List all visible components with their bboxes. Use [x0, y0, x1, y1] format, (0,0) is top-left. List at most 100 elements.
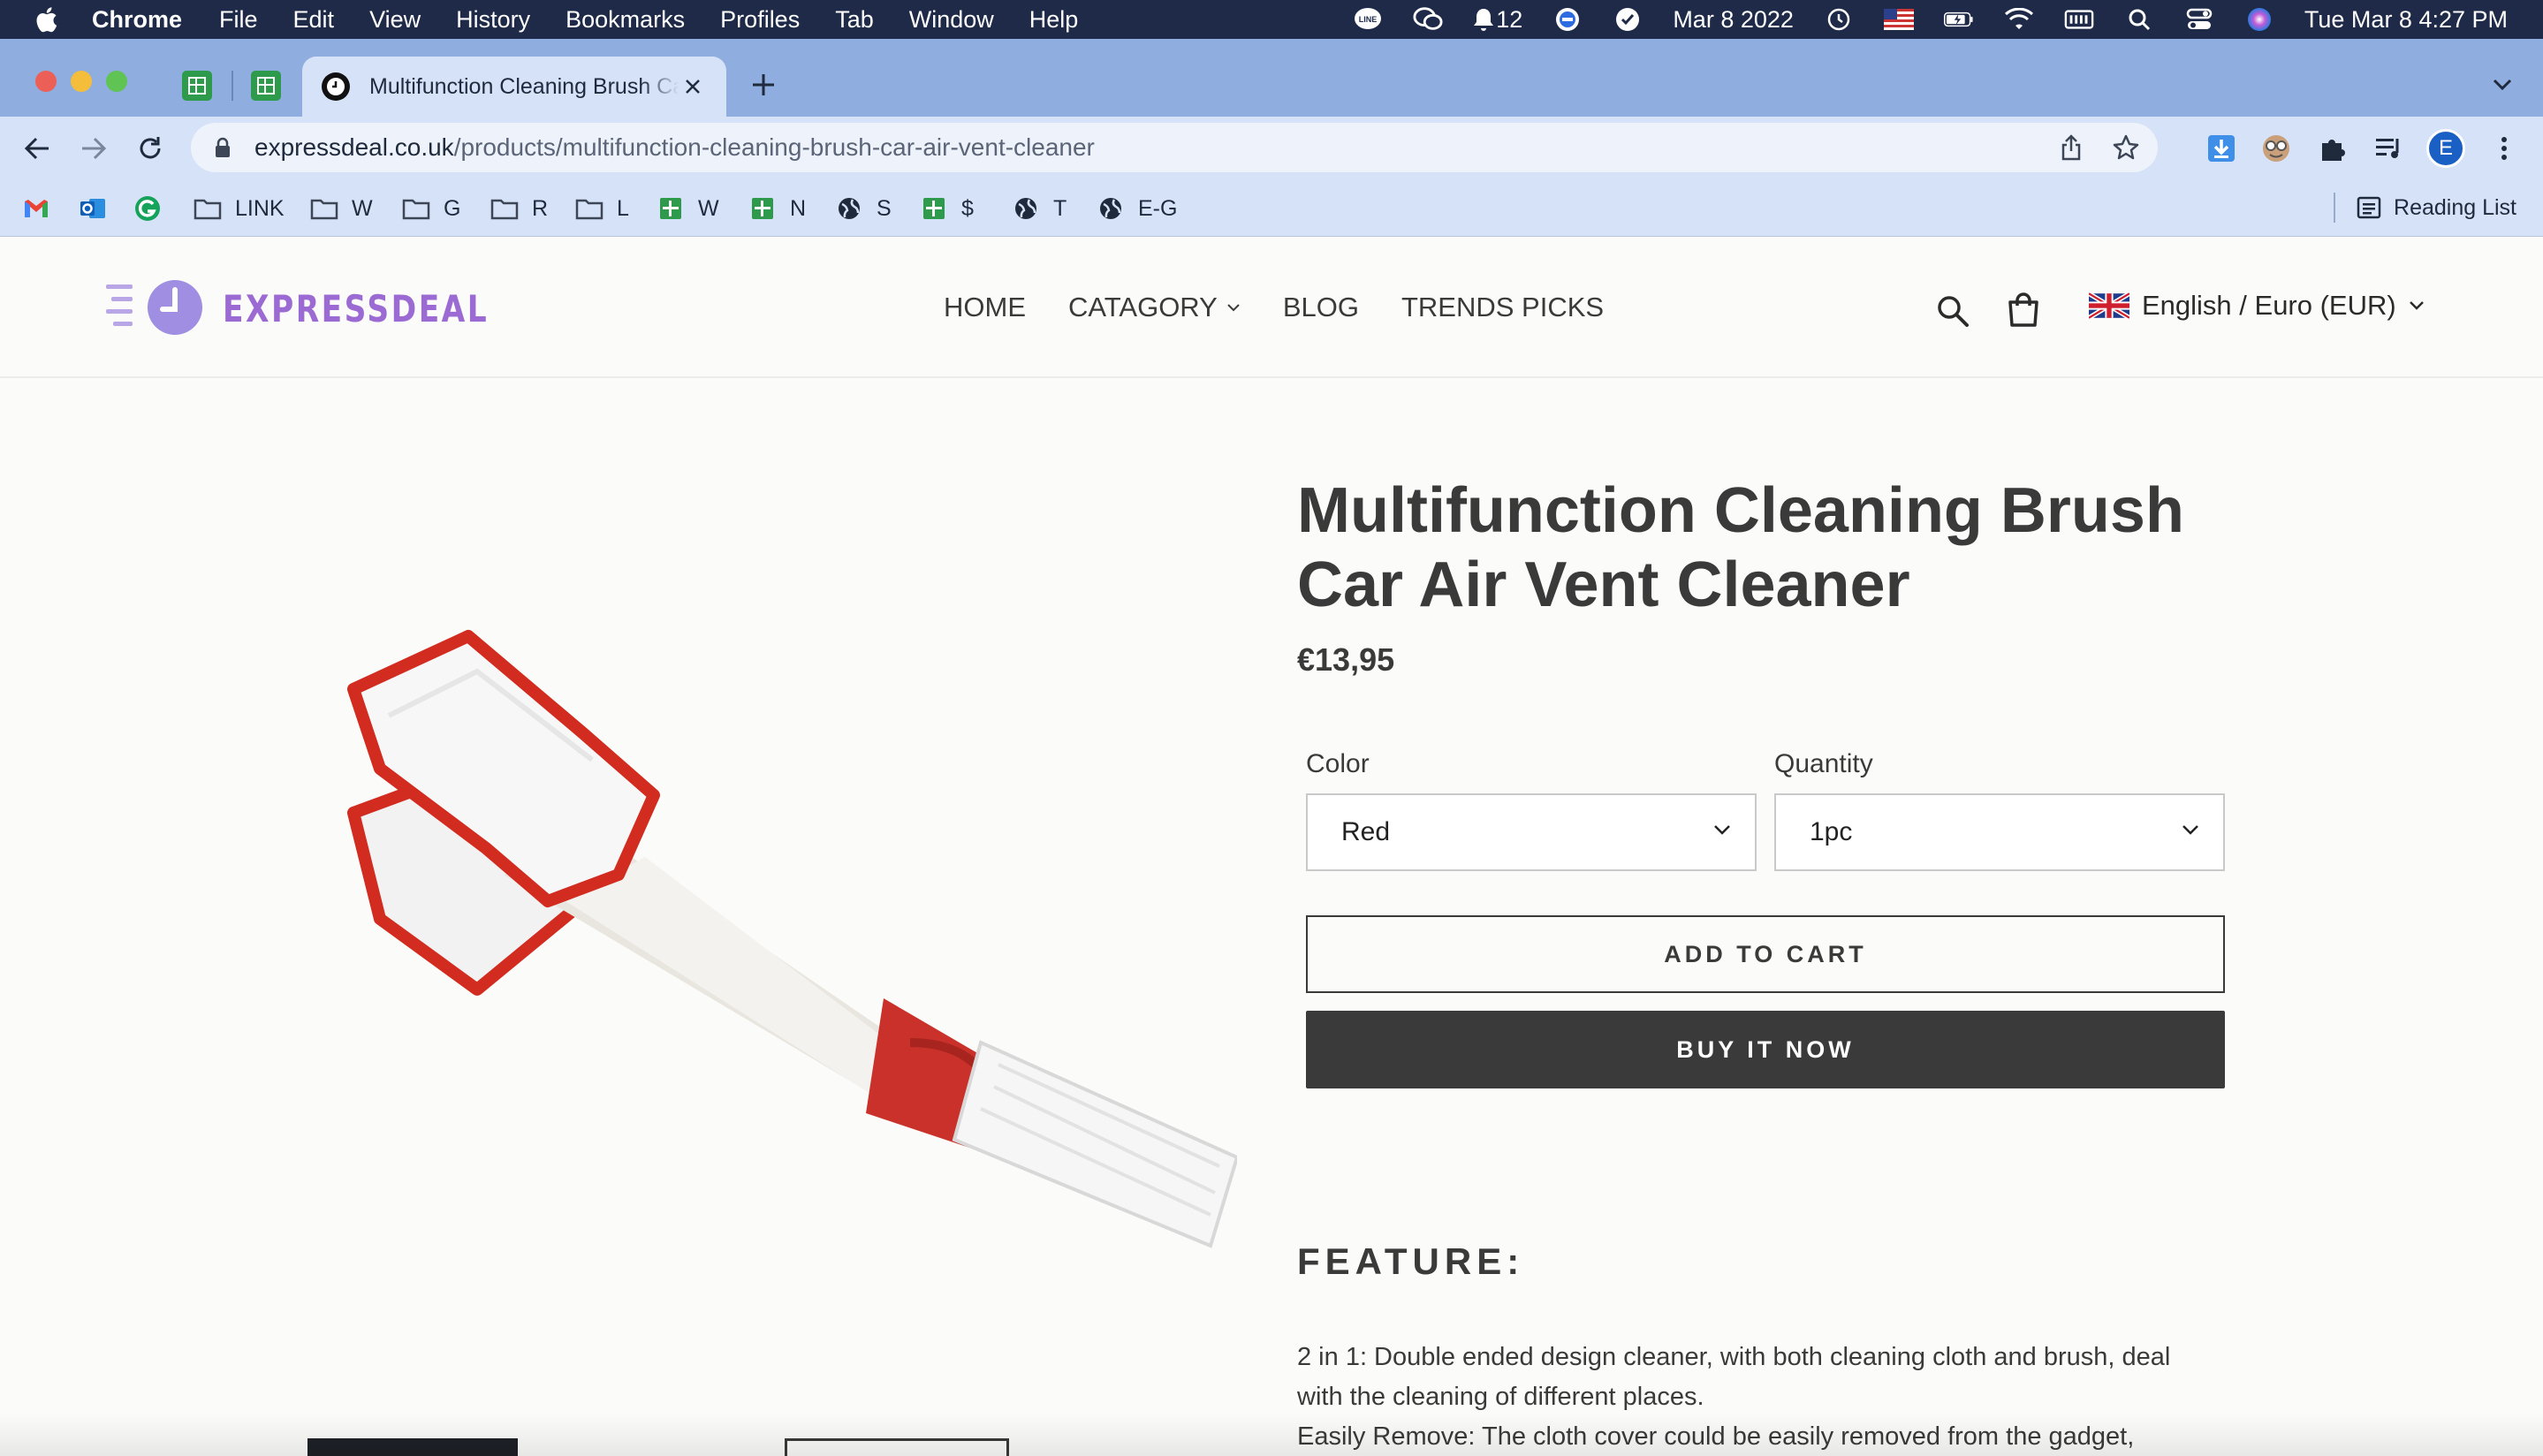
- quantity-label: Quantity: [1774, 749, 1873, 778]
- profile-avatar[interactable]: E: [2426, 129, 2465, 168]
- window-zoom-button[interactable]: [106, 71, 127, 92]
- siri-icon[interactable]: [2244, 7, 2274, 32]
- task-check-icon[interactable]: [1613, 7, 1643, 32]
- macos-menu-bar: Chrome File Edit View History Bookmarks …: [0, 0, 2543, 39]
- chevron-down-icon: [2493, 79, 2512, 91]
- color-select[interactable]: Red: [1306, 793, 1757, 871]
- new-tab-button[interactable]: [748, 69, 779, 101]
- bookmark-label: W: [352, 195, 373, 221]
- menubar-clock[interactable]: Tue Mar 8 4:27 PM: [2304, 6, 2508, 34]
- pinned-tab-sheets-1[interactable]: [182, 71, 212, 101]
- menu-app-name[interactable]: Chrome: [92, 6, 182, 34]
- uk-flag-icon: [2089, 292, 2129, 319]
- bookmark-gmail[interactable]: [21, 194, 64, 223]
- bookmark-sheets-dollar[interactable]: $: [919, 194, 974, 223]
- globe-icon: [1096, 195, 1126, 222]
- menubar-date[interactable]: Mar 8 2022: [1673, 6, 1794, 34]
- browser-tab-strip: Multifunction Cleaning Brush Car Air Ven…: [0, 39, 2543, 117]
- locale-label: English / Euro (EUR): [2142, 290, 2396, 321]
- bookmarks-divider: [2334, 193, 2336, 223]
- bookmark-site-s[interactable]: S: [834, 194, 892, 223]
- bookmark-folder-r[interactable]: R: [490, 194, 548, 223]
- svg-text:LINE: LINE: [1359, 15, 1378, 24]
- us-flag-input-icon[interactable]: [1883, 7, 1914, 32]
- menu-file[interactable]: File: [219, 6, 258, 34]
- active-tab[interactable]: Multifunction Cleaning Brush Car Air Ven…: [302, 57, 726, 117]
- control-center-icon[interactable]: [2184, 7, 2214, 32]
- product-title-line-1: Multifunction Cleaning Brush: [1297, 475, 2184, 546]
- feature-description: 2 in 1: Double ended design cleaner, wit…: [1297, 1338, 2225, 1456]
- site-header: EXPRESSDEAL HOME CATAGORY BLOG TRENDS PI…: [0, 237, 2543, 378]
- bookmark-site-eg[interactable]: E-G: [1096, 194, 1177, 223]
- product-image[interactable]: [300, 583, 1237, 1263]
- bookmarks-bar: LINK W G R L W N S $ T E-G Reading List: [0, 178, 2543, 237]
- tab-search-button[interactable]: [2486, 69, 2518, 101]
- bookmark-folder-w[interactable]: W: [309, 194, 373, 223]
- bookmark-site-t[interactable]: T: [1011, 194, 1067, 223]
- menu-window[interactable]: Window: [909, 6, 994, 34]
- nav-category[interactable]: CATAGORY: [1068, 292, 1241, 323]
- bookmark-outlook[interactable]: [78, 194, 120, 223]
- product-thumbnail-1[interactable]: [307, 1438, 518, 1456]
- menu-view[interactable]: View: [369, 6, 421, 34]
- sheets-icon: [188, 77, 206, 95]
- clock-favicon-icon: [322, 72, 350, 101]
- bookmark-grammarly[interactable]: [133, 194, 175, 223]
- back-button[interactable]: [19, 131, 55, 166]
- notification-center[interactable]: 12: [1473, 6, 1522, 34]
- time-machine-icon[interactable]: [1824, 7, 1854, 32]
- battery-icon[interactable]: [1943, 7, 1974, 32]
- site-logo[interactable]: EXPRESSDEAL: [102, 279, 547, 337]
- reload-button[interactable]: [133, 131, 168, 166]
- bookmark-folder-link[interactable]: LINK: [193, 194, 285, 223]
- menu-history[interactable]: History: [456, 6, 530, 34]
- wechat-icon[interactable]: [1413, 7, 1443, 32]
- bookmark-sheets-n[interactable]: N: [748, 194, 806, 223]
- menu-tab[interactable]: Tab: [835, 6, 874, 34]
- bookmark-folder-l[interactable]: L: [574, 194, 629, 223]
- bookmark-label: S: [877, 195, 892, 221]
- bookmark-star-icon[interactable]: [2112, 133, 2140, 162]
- media-queue-icon[interactable]: [2372, 131, 2407, 166]
- menu-profiles[interactable]: Profiles: [720, 6, 800, 34]
- window-minimize-button[interactable]: [71, 71, 92, 92]
- pinned-tab-sheets-2[interactable]: [251, 71, 281, 101]
- bookmark-folder-g[interactable]: G: [401, 194, 460, 223]
- lock-icon[interactable]: [210, 135, 235, 160]
- wifi-icon[interactable]: [2004, 7, 2034, 32]
- quantity-select[interactable]: 1pc: [1774, 793, 2225, 871]
- product-thumbnail-2[interactable]: [785, 1438, 1009, 1456]
- cart-bag-icon[interactable]: [2002, 288, 2045, 330]
- forward-button[interactable]: [76, 131, 111, 166]
- blue-circle-app-icon[interactable]: [1552, 7, 1583, 32]
- sheets-icon: [919, 195, 949, 222]
- window-close-button[interactable]: [35, 71, 57, 92]
- language-currency-selector[interactable]: English / Euro (EUR): [2089, 290, 2425, 322]
- spotlight-search-icon[interactable]: [2124, 7, 2154, 32]
- close-tab-icon[interactable]: [679, 72, 707, 101]
- feature-heading: FEATURE:: [1297, 1240, 1525, 1282]
- line-icon[interactable]: LINE: [1353, 7, 1383, 32]
- nav-home[interactable]: HOME: [944, 292, 1026, 323]
- kebab-menu-icon[interactable]: [2486, 131, 2522, 166]
- address-bar[interactable]: expressdeal.co.uk/products/multifunction…: [191, 123, 2158, 172]
- keyboard-icon[interactable]: [2064, 7, 2094, 32]
- bookmark-label: $: [961, 195, 974, 221]
- share-icon[interactable]: [2057, 133, 2085, 162]
- main-navigation: HOME CATAGORY BLOG TRENDS PICKS: [944, 292, 1646, 323]
- search-icon[interactable]: [1932, 290, 1974, 332]
- apple-icon[interactable]: [32, 5, 60, 34]
- download-extension-icon[interactable]: [2204, 131, 2239, 166]
- nav-blog[interactable]: BLOG: [1283, 292, 1359, 323]
- menu-bookmarks[interactable]: Bookmarks: [566, 6, 685, 34]
- reading-list-button[interactable]: Reading List: [2334, 193, 2516, 223]
- face-extension-icon[interactable]: [2258, 131, 2294, 166]
- add-to-cart-button[interactable]: ADD TO CART: [1306, 915, 2225, 993]
- brush-illustration: [347, 630, 1237, 1248]
- bookmark-sheets-w[interactable]: W: [656, 194, 719, 223]
- menu-edit[interactable]: Edit: [293, 6, 335, 34]
- buy-it-now-button[interactable]: BUY IT NOW: [1306, 1011, 2225, 1088]
- extensions-puzzle-icon[interactable]: [2315, 131, 2350, 166]
- nav-trends-picks[interactable]: TRENDS PICKS: [1401, 292, 1604, 323]
- menu-help[interactable]: Help: [1029, 6, 1079, 34]
